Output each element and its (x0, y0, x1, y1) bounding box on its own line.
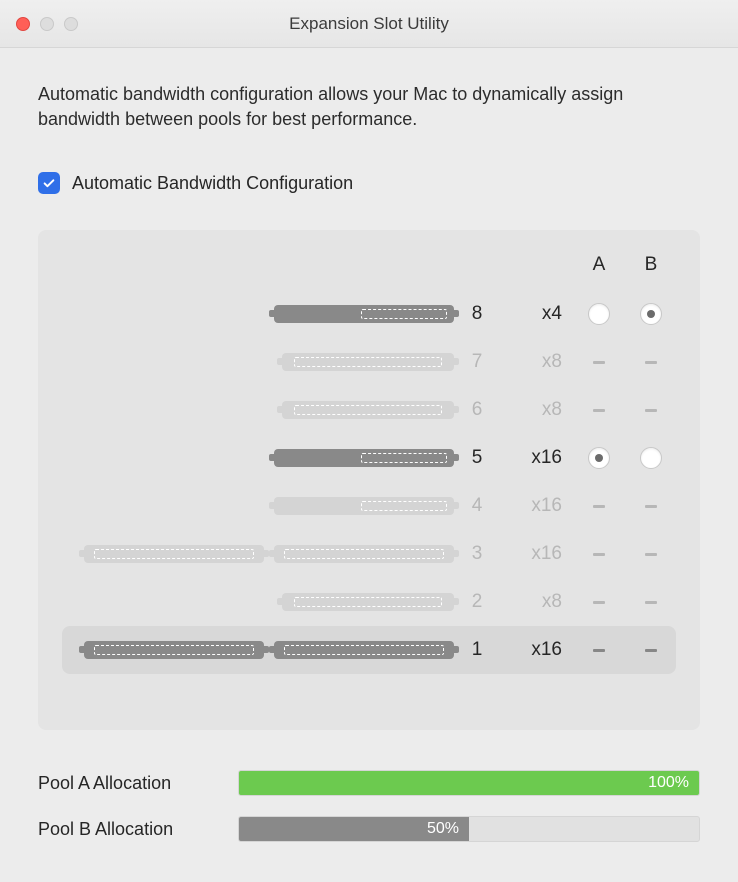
slot-number: 1 (462, 639, 492, 661)
pool-a-fill: 100% (239, 771, 699, 795)
slot-number: 2 (462, 591, 492, 613)
slot-visual (80, 497, 460, 515)
pool-a-radio[interactable] (588, 447, 610, 469)
slot-row-1: 1x16 (62, 626, 676, 674)
auto-bandwidth-checkbox[interactable] (38, 172, 60, 194)
slot-row-4: 4x16 (62, 482, 676, 530)
slot-speed: x16 (494, 495, 572, 517)
pool-b-label: Pool B Allocation (38, 819, 228, 840)
pool-b-radio[interactable] (640, 447, 662, 469)
slot-speed: x8 (494, 351, 572, 373)
slot-number: 5 (462, 447, 492, 469)
dash-icon (645, 601, 657, 604)
slot-speed: x8 (494, 591, 572, 613)
column-b-label: B (626, 254, 676, 276)
dash-icon (593, 361, 605, 364)
auto-bandwidth-row[interactable]: Automatic Bandwidth Configuration (38, 172, 700, 194)
slot-number: 7 (462, 351, 492, 373)
auto-bandwidth-label: Automatic Bandwidth Configuration (72, 173, 353, 194)
column-a-label: A (574, 254, 624, 276)
pool-a-bar: 100% (238, 770, 700, 796)
pool-b-radio[interactable] (640, 303, 662, 325)
slot-row-6: 6x8 (62, 386, 676, 434)
pool-b-fill: 50% (239, 817, 469, 841)
slot-row-5: 5x16 (62, 434, 676, 482)
slot-visual (80, 593, 460, 611)
close-icon[interactable] (16, 17, 30, 31)
slot-visual (80, 401, 460, 419)
slot-row-7: 7x8 (62, 338, 676, 386)
slot-number: 8 (462, 303, 492, 325)
window-title: Expansion Slot Utility (0, 14, 738, 34)
dash-icon (645, 649, 657, 652)
slot-visual (80, 641, 460, 659)
dash-icon (645, 409, 657, 412)
dash-icon (593, 409, 605, 412)
slot-speed: x16 (494, 639, 572, 661)
slot-visual (80, 449, 460, 467)
dash-icon (593, 505, 605, 508)
slot-visual (80, 305, 460, 323)
slot-visual (80, 353, 460, 371)
slot-row-2: 2x8 (62, 578, 676, 626)
slot-number: 4 (462, 495, 492, 517)
dash-icon (593, 601, 605, 604)
pool-b-bar: 50% (238, 816, 700, 842)
titlebar: Expansion Slot Utility (0, 0, 738, 48)
slot-number: 3 (462, 543, 492, 565)
check-icon (42, 176, 56, 190)
slot-number: 6 (462, 399, 492, 421)
slot-visual (80, 545, 460, 563)
slot-speed: x16 (494, 543, 572, 565)
dash-icon (645, 361, 657, 364)
zoom-icon (64, 17, 78, 31)
pool-b-pct: 50% (427, 820, 459, 838)
minimize-icon (40, 17, 54, 31)
slot-speed: x4 (494, 303, 572, 325)
dash-icon (645, 553, 657, 556)
slot-panel: A B 8x47x86x85x164x163x162x81x16 (38, 230, 700, 730)
slot-row-3: 3x16 (62, 530, 676, 578)
pool-a-label: Pool A Allocation (38, 773, 228, 794)
slot-speed: x8 (494, 399, 572, 421)
pool-a-pct: 100% (648, 774, 689, 792)
slot-speed: x16 (494, 447, 572, 469)
description-text: Automatic bandwidth configuration allows… (38, 82, 700, 132)
dash-icon (593, 553, 605, 556)
pool-a-radio[interactable] (588, 303, 610, 325)
dash-icon (593, 649, 605, 652)
slot-row-8: 8x4 (62, 290, 676, 338)
dash-icon (645, 505, 657, 508)
